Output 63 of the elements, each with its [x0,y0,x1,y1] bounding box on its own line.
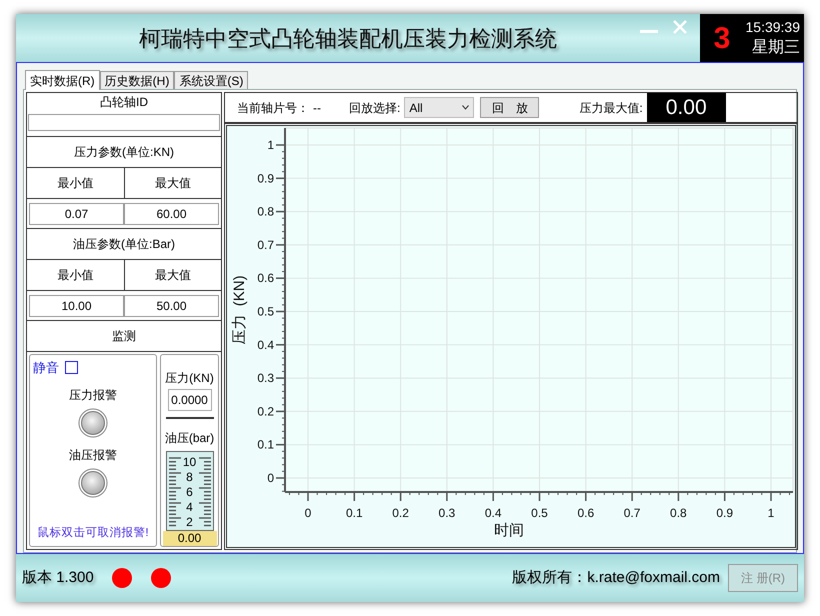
axis-tick-label: 0.8 [670,506,687,520]
mute-checkbox[interactable] [65,361,78,374]
version-text: 版本 1.300 [22,568,94,588]
max-value-field[interactable]: 50.00 [124,294,219,316]
field-label: 回放选择: [349,100,400,116]
axis-tick-label: 0.7 [624,506,640,520]
field-label: 凸轮轴ID [100,94,148,111]
column-header: 最大值 [154,267,192,284]
axis-tick-label: 1 [267,138,274,152]
axis-title: 压力 (KN) [231,275,248,345]
clock-time: 15:39:39 [746,18,800,36]
axis-tick-label: 0.4 [257,338,274,352]
axis-tick-label: 0.1 [346,506,363,520]
axis-tick-label: 1 [768,506,774,520]
axis-tick-label: 0.3 [257,371,274,386]
tab[interactable]: 系统设置(S) [174,71,248,89]
oil-reading: 0.00 [162,531,216,546]
field-label: 压力最大值: [579,100,643,116]
min-value-field[interactable]: 10.00 [29,294,124,316]
tab[interactable]: 历史数据(H) [100,71,174,89]
axis-tick-label: 0.2 [257,404,274,418]
window-title: 柯瑞特中空式凸轮轴装配机压装力检测系统 [138,24,557,52]
max-pressure-display: 0.00 [646,93,726,122]
replay-button[interactable]: 回 放 [480,97,540,118]
axis-tick-label: 0 [304,506,312,520]
axis-title: 时间 [494,522,524,539]
copyright-text: 版权所有：k.rate@foxmail.com [512,568,720,588]
reading-label: 压力(KN) [165,370,214,387]
field-label: 当前轴片号： [237,100,309,116]
max-value-field[interactable]: 60.00 [124,202,219,224]
hint-text: 鼠标双击可取消报警! [37,526,149,541]
axis-tick-label: 0.2 [392,506,409,520]
day-number: 3 [712,20,732,56]
alarm-label: 油压报警 [69,446,117,464]
axis-tick-label: 0.4 [484,506,502,520]
replay-dropdown[interactable]: All [404,97,474,118]
pressure-value-field: 0.0000 [168,389,212,411]
min-value-field[interactable]: 0.07 [29,202,124,224]
axis-tick-label: 0.5 [257,304,274,318]
tab[interactable]: 实时数据(R) [25,70,100,90]
camshaft-id-field[interactable] [28,114,220,131]
axis-tick-label: 0.9 [716,506,734,520]
section-title: 监测 [112,328,136,345]
section-title: 压力参数(单位:KN) [74,144,174,161]
weekday: 星期三 [752,38,800,58]
close-icon[interactable] [672,19,688,35]
section-title: 油压参数(单位:Bar) [73,236,175,253]
column-header: 最小值 [27,168,124,198]
alarm-label: 压力报警 [69,386,117,404]
axis-tick-label: 0 [267,471,274,485]
axis-tick-label: 0.8 [257,204,274,219]
column-header: 最小值 [27,260,124,290]
axis-tick-label: 0.6 [257,271,274,286]
checkbox-label: 静音 [33,359,59,377]
axis-tick-label: 0.9 [257,171,274,186]
axis-tick-label: 0.7 [257,238,274,252]
axis-tick-label: 0.5 [531,506,548,520]
column-header: 最大值 [154,175,192,192]
axis-tick-label: 0.1 [257,438,274,452]
shaft-number: -- [313,100,321,116]
axis-tick-label: 0.6 [577,506,594,520]
reading-label: 油压(bar) [164,430,214,447]
axis-tick-label: 0.3 [438,506,456,520]
